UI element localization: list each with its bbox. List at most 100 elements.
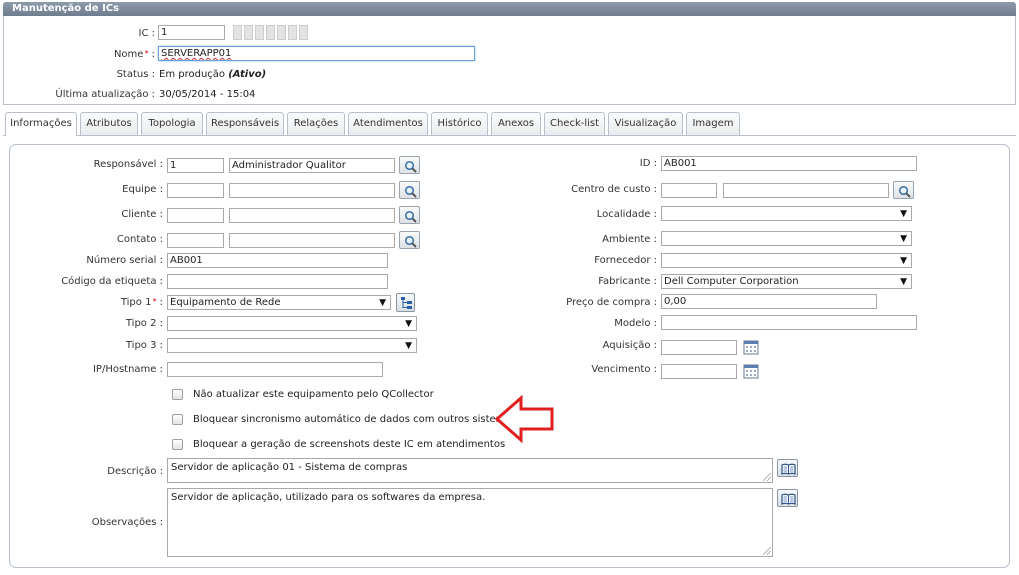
magnifier-icon — [898, 185, 911, 198]
block-screenshots-label: Bloquear a geração de screenshots deste … — [193, 439, 506, 450]
book-icon — [781, 493, 796, 505]
id-input[interactable]: AB001 — [661, 156, 917, 171]
status-label: Status : — [116, 69, 155, 80]
descricao-book-button[interactable] — [777, 459, 798, 477]
observacoes-book-button[interactable] — [777, 489, 798, 507]
ip-hostname-input[interactable] — [167, 362, 383, 377]
book-icon — [781, 463, 796, 475]
tipo3-select[interactable]: ▼ — [167, 338, 417, 353]
calendar-icon — [743, 364, 759, 379]
cliente-search-button[interactable] — [399, 206, 420, 224]
tab-responsaveis[interactable]: Responsáveis — [206, 112, 284, 135]
contato-code-input[interactable] — [167, 233, 224, 248]
nav-button[interactable] — [266, 25, 275, 40]
fornecedor-select[interactable]: ▼ — [661, 253, 912, 268]
equipe-search-button[interactable] — [399, 181, 420, 199]
tree-icon — [401, 297, 412, 309]
resize-grip[interactable] — [763, 547, 771, 555]
block-sync-checkbox[interactable] — [172, 414, 183, 425]
window-title: Manutenção de ICs — [3, 2, 1016, 16]
ip-hostname-label: IP/Hostname : — [92, 364, 163, 375]
block-screenshots-checkbox[interactable] — [172, 439, 183, 450]
tab-informacoes[interactable]: Informações — [5, 112, 77, 136]
nav-button[interactable] — [244, 25, 253, 40]
tab-topologia[interactable]: Topologia — [141, 112, 203, 135]
no-qcollector-label: Não atualizar este equipamento pelo QCol… — [193, 389, 434, 400]
chevron-down-icon: ▼ — [900, 209, 907, 219]
responsavel-search-button[interactable] — [399, 156, 420, 174]
centro-custo-code-input[interactable] — [661, 183, 717, 198]
codigo-etiqueta-input[interactable] — [167, 274, 388, 289]
numero-serial-input[interactable]: AB001 — [167, 253, 388, 268]
responsavel-code-input[interactable]: 1 — [167, 158, 224, 173]
contato-label: Contato : — [116, 234, 163, 245]
equipe-name-input[interactable] — [229, 183, 395, 198]
red-arrow-icon — [494, 395, 554, 443]
vencimento-label: Vencimento : — [591, 364, 657, 375]
tab-imagem[interactable]: Imagem — [686, 112, 740, 135]
tab-visualizacao[interactable]: Visualização — [608, 112, 683, 135]
chevron-down-icon: ▼ — [405, 341, 412, 351]
name-input[interactable]: SERVERAPP01 — [158, 46, 475, 61]
cliente-code-input[interactable] — [167, 208, 224, 223]
equipe-code-input[interactable] — [167, 183, 224, 198]
tab-relacoes[interactable]: Relações — [287, 112, 345, 135]
fornecedor-label: Fornecedor : — [594, 255, 657, 266]
chevron-down-icon: ▼ — [405, 319, 412, 329]
tipo-tree-button[interactable] — [396, 293, 415, 312]
observacoes-textarea[interactable]: Servidor de aplicação, utilizado para os… — [167, 488, 773, 557]
ic-input[interactable]: 1 — [158, 25, 225, 40]
fabricante-select[interactable]: Dell Computer Corporation ▼ — [661, 274, 912, 289]
nav-button[interactable] — [299, 25, 308, 40]
vencimento-calendar-button[interactable] — [743, 363, 759, 379]
localidade-label: Localidade : — [596, 209, 657, 220]
nav-button[interactable] — [255, 25, 264, 40]
no-qcollector-checkbox[interactable] — [172, 389, 183, 400]
nav-button[interactable] — [277, 25, 286, 40]
tab-atendimentos[interactable]: Atendimentos — [348, 112, 428, 135]
id-label: ID : — [639, 158, 657, 169]
chevron-down-icon: ▼ — [900, 234, 907, 244]
tab-baseline — [3, 135, 1016, 136]
equipe-label: Equipe : — [122, 184, 163, 195]
tipo3-label: Tipo 3 : — [125, 340, 163, 351]
centro-custo-search-button[interactable] — [893, 181, 914, 199]
modelo-input[interactable] — [661, 315, 917, 330]
fabricante-label: Fabricante : — [598, 276, 657, 287]
observacoes-label: Observações : — [91, 517, 163, 528]
tab-atributos[interactable]: Atributos — [80, 112, 138, 135]
name-label: Nome* : — [113, 49, 155, 60]
contato-search-button[interactable] — [399, 231, 420, 249]
responsavel-label: Responsável : — [93, 159, 163, 170]
tipo1-label: Tipo 1* : — [120, 297, 163, 308]
descricao-label: Descrição : — [107, 466, 163, 477]
status-value: Em produção (Ativo) — [159, 69, 267, 80]
tab-anexos[interactable]: Anexos — [491, 112, 541, 135]
tab-checklist[interactable]: Check-list — [544, 112, 605, 135]
aquisicao-label: Aquisição : — [602, 340, 657, 351]
ambiente-select[interactable]: ▼ — [661, 231, 912, 246]
nav-button[interactable] — [233, 25, 242, 40]
aquisicao-calendar-button[interactable] — [743, 339, 759, 355]
descricao-textarea[interactable]: Servidor de aplicação 01 - Sistema de co… — [167, 458, 773, 483]
tab-historico[interactable]: Histórico — [431, 112, 488, 135]
localidade-select[interactable]: ▼ — [661, 206, 912, 221]
nav-button[interactable] — [288, 25, 297, 40]
responsavel-name-input[interactable]: Administrador Qualitor — [229, 158, 395, 173]
chevron-down-icon: ▼ — [900, 277, 907, 287]
calendar-icon — [743, 340, 759, 355]
magnifier-icon — [404, 185, 417, 198]
vencimento-input[interactable] — [661, 364, 737, 379]
contato-name-input[interactable] — [229, 233, 395, 248]
block-sync-label: Bloquear sincronismo automático de dados… — [193, 414, 517, 425]
numero-serial-label: Número serial : — [86, 255, 163, 266]
chevron-down-icon: ▼ — [900, 256, 907, 266]
resize-grip[interactable] — [763, 473, 771, 481]
aquisicao-input[interactable] — [661, 340, 737, 355]
centro-custo-name-input[interactable] — [723, 183, 889, 198]
cliente-name-input[interactable] — [229, 208, 395, 223]
tipo2-select[interactable]: ▼ — [167, 316, 417, 331]
preco-compra-input[interactable]: 0,00 — [661, 294, 877, 309]
last-update-label: Última atualização : — [55, 89, 155, 100]
tipo1-select[interactable]: Equipamento de Rede ▼ — [167, 295, 391, 310]
